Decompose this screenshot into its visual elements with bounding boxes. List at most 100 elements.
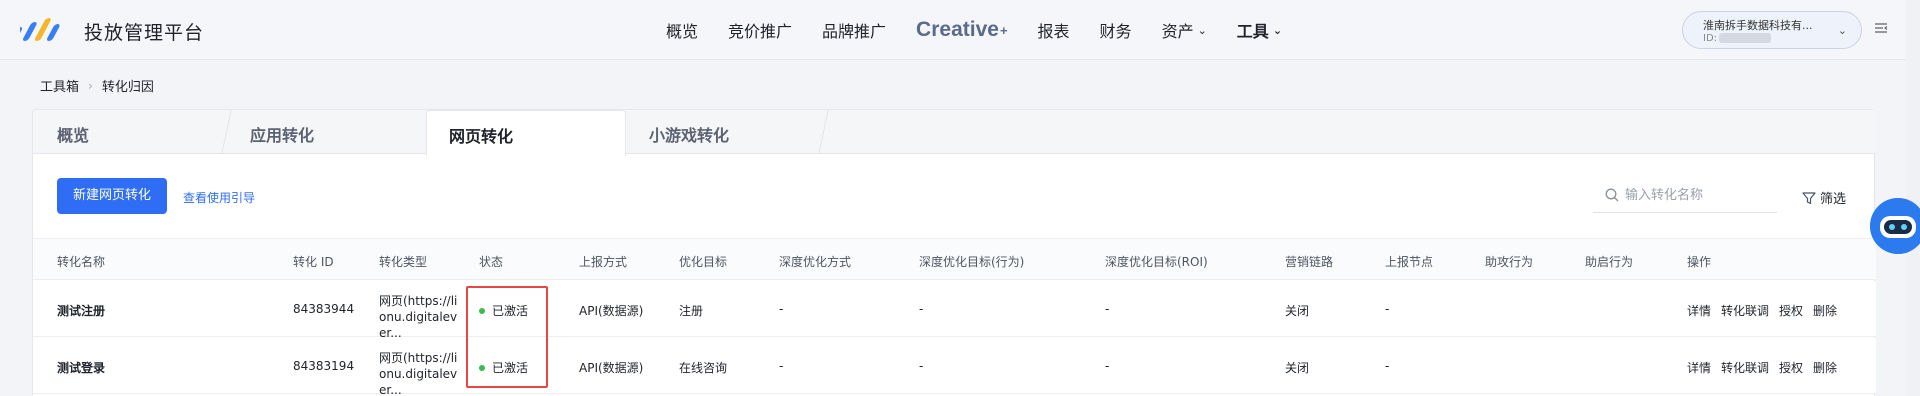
- filter-icon: [1802, 191, 1816, 204]
- conversion-id: 84383194: [293, 359, 355, 373]
- page-scrollbar[interactable]: [1906, 0, 1920, 396]
- chevron-down-icon: ⌄: [1837, 24, 1847, 37]
- conversion-tabs: 概览 应用转化 网页转化 小游戏转化: [33, 110, 1876, 156]
- nav-assets[interactable]: 资产 ⌄: [1162, 18, 1207, 42]
- column-operations: 操作: [1687, 255, 1712, 269]
- status-badge: 已激活: [479, 302, 528, 319]
- filter-label: 筛选: [1820, 192, 1847, 207]
- account-name: 淮南拆手数据科技有...: [1703, 19, 1813, 32]
- conversion-type: 网页(https://lionu.digitalever...: [379, 351, 458, 396]
- nav-tools-label: 工具: [1236, 22, 1269, 41]
- account-id-prefix: ID:: [1703, 33, 1718, 44]
- column-deep-goal-roi: 深度优化目标(ROI): [1105, 255, 1208, 269]
- delete-link[interactable]: 删除: [1813, 359, 1837, 376]
- usage-guide-link[interactable]: 查看使用引导: [183, 189, 255, 206]
- account-switcher[interactable]: 淮南拆手数据科技有... ID: ⌄: [1682, 11, 1862, 49]
- column-conversion-id: 转化 ID: [293, 255, 334, 269]
- conversion-name: 测试注册: [57, 304, 106, 318]
- column-launch-action: 助启行为: [1585, 255, 1634, 269]
- column-report-node: 上报节点: [1385, 255, 1434, 269]
- top-navigation-bar: 投放管理平台 概览 竞价推广 品牌推广 Creative + 报表 财务 资产 ⌄ …: [0, 0, 1920, 60]
- column-deep-goal-action: 深度优化目标(行为): [919, 255, 1025, 269]
- deep-goal-action: -: [919, 359, 924, 373]
- column-status: 状态: [479, 255, 504, 269]
- conversion-search: [1593, 177, 1777, 213]
- nav-tools[interactable]: 工具 ⌄: [1237, 18, 1282, 42]
- report-method: API(数据源): [579, 304, 644, 318]
- column-conversion-type: 转化类型: [379, 255, 428, 269]
- table-header: 转化名称 转化 ID 转化类型 状态 上报方式 优化目标 深度优化方式 深度优化…: [33, 238, 1876, 280]
- column-deep-optimization-method: 深度优化方式: [779, 255, 852, 269]
- status-label: 已激活: [492, 304, 529, 318]
- robot-face-icon: [1870, 198, 1920, 254]
- conversion-search-input[interactable]: [1625, 185, 1770, 205]
- tab-minigame-conversion[interactable]: 小游戏转化: [649, 110, 729, 154]
- report-node: -: [1385, 359, 1390, 373]
- breadcrumb-toolbox[interactable]: 工具箱: [40, 76, 79, 95]
- creative-plus-icon: +: [999, 22, 1008, 38]
- conversion-name: 测试登录: [57, 361, 106, 375]
- column-assist-action: 助攻行为: [1485, 255, 1534, 269]
- deep-optimization-method: -: [779, 302, 784, 316]
- column-marketing-chain: 营销链路: [1285, 255, 1334, 269]
- deep-goal-roi: -: [1105, 302, 1110, 316]
- deep-goal-action: -: [919, 302, 924, 316]
- conversion-type: 网页(https://lionu.digitalever...: [379, 294, 458, 340]
- platform-name: 投放管理平台: [84, 22, 205, 44]
- menu-collapse-icon[interactable]: [1874, 21, 1888, 35]
- delete-link[interactable]: 删除: [1813, 302, 1837, 319]
- account-id: ID:: [1703, 33, 1793, 45]
- detail-link[interactable]: 详情: [1687, 359, 1711, 376]
- status-dot-icon: [479, 307, 485, 314]
- deep-optimization-method: -: [779, 359, 784, 373]
- column-report-method: 上报方式: [579, 255, 628, 269]
- column-conversion-name: 转化名称: [57, 255, 106, 269]
- nav-brand-promotion[interactable]: 品牌推广: [822, 18, 886, 42]
- filter-button[interactable]: 筛选: [1802, 188, 1846, 207]
- main-nav: 概览 竞价推广 品牌推广 Creative + 报表 财务 资产 ⌄ 工具 ⌄: [666, 0, 1312, 60]
- conversion-id: 84383944: [293, 302, 355, 316]
- report-node: -: [1385, 302, 1390, 316]
- chevron-down-icon: ⌄: [1272, 23, 1283, 37]
- conversion-card: 概览 应用转化 网页转化 小游戏转化 新建网页转化 查看使用引导 筛选 转化名称…: [32, 109, 1876, 396]
- nav-reports[interactable]: 报表: [1038, 18, 1070, 42]
- detail-link[interactable]: 详情: [1687, 302, 1711, 319]
- authorize-link[interactable]: 授权: [1779, 302, 1803, 319]
- joint-debug-link[interactable]: 转化联调: [1721, 302, 1769, 319]
- optimization-goal: 注册: [679, 304, 704, 318]
- nav-creative-label: Creative: [916, 18, 999, 41]
- marketing-chain: 关闭: [1285, 304, 1310, 318]
- tab-divider: [818, 110, 829, 154]
- report-method: API(数据源): [579, 361, 644, 375]
- search-icon: [1605, 188, 1619, 202]
- breadcrumb: 工具箱 › 转化归因: [40, 76, 154, 96]
- joint-debug-link[interactable]: 转化联调: [1721, 359, 1769, 376]
- tab-overview[interactable]: 概览: [57, 110, 89, 154]
- row-actions: 详情 转化联调 授权 删除: [1687, 359, 1847, 376]
- optimization-goal: 在线咨询: [679, 361, 728, 375]
- row-actions: 详情 转化联调 授权 删除: [1687, 302, 1847, 319]
- status-label: 已激活: [492, 361, 529, 375]
- nav-creative[interactable]: Creative +: [916, 18, 1007, 42]
- assistant-robot-icon[interactable]: [1870, 198, 1920, 254]
- tab-divider: [221, 110, 232, 154]
- new-web-conversion-button[interactable]: 新建网页转化: [57, 178, 167, 214]
- deep-goal-roi: -: [1105, 359, 1110, 373]
- chevron-right-icon: ›: [88, 78, 93, 93]
- tab-app-conversion[interactable]: 应用转化: [250, 110, 314, 154]
- table-row: 测试登录 84383194 网页(https://lionu.digitalev…: [33, 338, 1876, 396]
- platform-logo-icon[interactable]: [20, 18, 62, 42]
- authorize-link[interactable]: 授权: [1779, 359, 1803, 376]
- account-id-redacted: [1719, 33, 1772, 43]
- column-optimization-goal: 优化目标: [679, 255, 728, 269]
- tab-web-conversion[interactable]: 网页转化: [426, 110, 626, 156]
- nav-assets-label: 资产: [1161, 22, 1194, 41]
- table-row: 测试注册 84383944 网页(https://lionu.digitalev…: [33, 281, 1876, 340]
- nav-overview[interactable]: 概览: [666, 18, 698, 42]
- status-badge: 已激活: [479, 359, 528, 376]
- nav-finance[interactable]: 财务: [1100, 18, 1132, 42]
- chevron-down-icon: ⌄: [1197, 23, 1207, 37]
- nav-bidding-promotion[interactable]: 竞价推广: [728, 18, 792, 42]
- marketing-chain: 关闭: [1285, 361, 1310, 375]
- status-dot-icon: [479, 364, 485, 371]
